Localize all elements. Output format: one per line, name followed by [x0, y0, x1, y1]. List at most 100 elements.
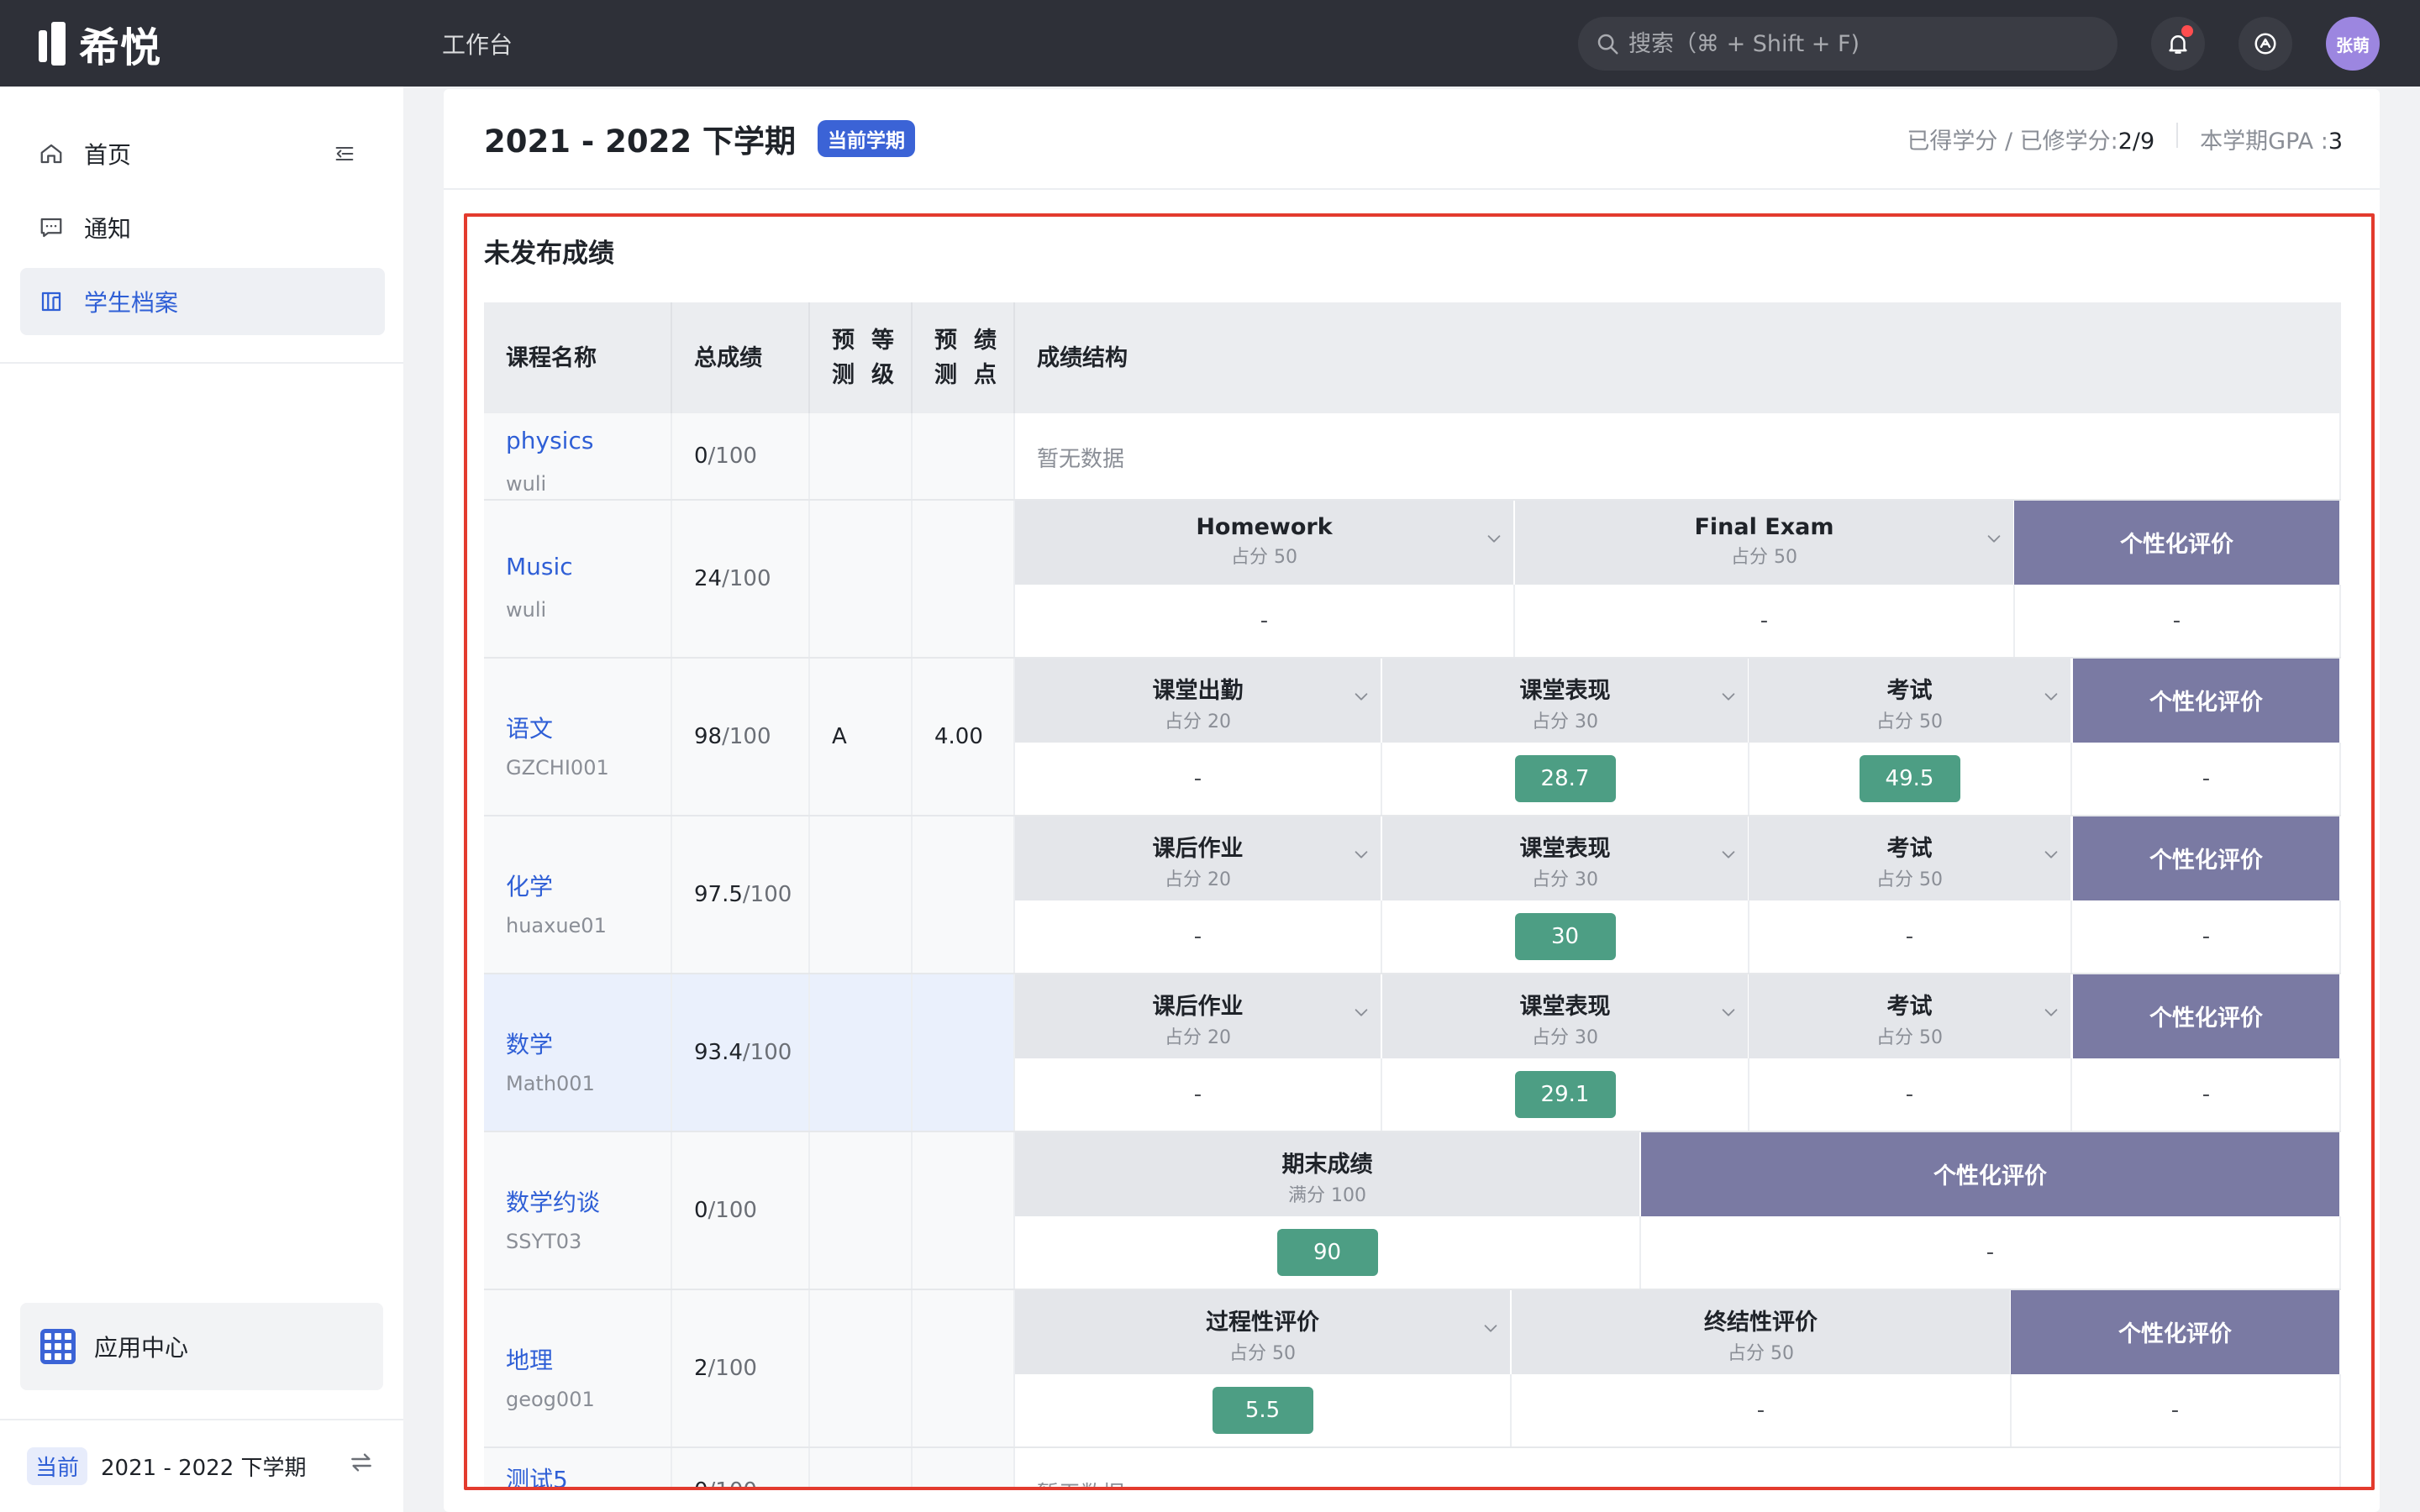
score-pill[interactable]: 90: [1276, 1229, 1378, 1276]
course-name-link[interactable]: 数学: [506, 1026, 553, 1060]
component-value-cell: -: [2073, 743, 2341, 815]
component-header[interactable]: 过程性评价占分 50: [1015, 1290, 1512, 1374]
component-header[interactable]: 课堂表现 占分 30: [1382, 659, 1749, 743]
component-header[interactable]: 课堂表现 占分 30: [1382, 974, 1749, 1058]
sidebar-item-home[interactable]: 首页: [20, 120, 385, 187]
collapse-sidebar-button[interactable]: [333, 142, 356, 169]
avatar[interactable]: 张萌: [2326, 17, 2380, 71]
component-weight: 占分 50: [1229, 1343, 1296, 1364]
component-value-cell: -: [1015, 585, 1515, 657]
course-code: SSYT03: [506, 1230, 582, 1253]
header-predicted-grade-line1: 预测: [832, 328, 855, 388]
course-name-link[interactable]: 化学: [506, 869, 553, 902]
sidebar-item-notice[interactable]: 通知: [20, 194, 385, 261]
search-icon: [1597, 34, 1618, 55]
component-header[interactable]: 课堂表现 占分 30: [1382, 816, 1749, 900]
total-max: /100: [708, 1356, 757, 1381]
component-value-cell: -: [2073, 900, 2341, 973]
course-name-link[interactable]: 测试5: [506, 1462, 568, 1487]
course-name-link[interactable]: 数学约谈: [506, 1184, 600, 1218]
component-header[interactable]: 考试 占分 50: [1749, 974, 2072, 1058]
component-header[interactable]: 考试 占分 50: [1749, 816, 2072, 900]
brand-name: 希悦: [79, 24, 162, 71]
score-pill[interactable]: 49.5: [1859, 755, 1960, 802]
chevron-down-icon[interactable]: [2042, 1003, 2060, 1021]
component-header[interactable]: Final Exam 占分 50: [1515, 501, 2015, 585]
chevron-down-icon[interactable]: [1352, 687, 1370, 706]
grade-structure-cell: 课堂出勤 占分 20 - 课堂表现 占分 30 28.7 考试 占分 50 49.5 个性化评价 -: [1015, 659, 2341, 815]
course-cell: 语文 GZCHI001: [484, 659, 672, 815]
total-max: /100: [708, 1478, 757, 1487]
header-predicted-gpa-line1: 预测: [934, 328, 957, 388]
grade-structure-cell: 过程性评价 占分 50 5.5 终结性评价 占分 50 - 个性化评价 -: [1015, 1290, 2341, 1446]
sidebar-item-label: 通知: [84, 215, 132, 243]
score-pill[interactable]: 28.7: [1514, 755, 1616, 802]
chevron-down-icon[interactable]: [2042, 687, 2060, 706]
total-score: 97.5: [694, 882, 743, 907]
chevron-down-icon[interactable]: [1352, 1003, 1370, 1021]
component-name: 个性化评价: [1933, 1163, 2047, 1189]
total-score-cell: 98/100: [672, 659, 810, 815]
score-pill[interactable]: 5.5: [1212, 1387, 1313, 1434]
total-score-cell: 0/100: [672, 1448, 810, 1487]
course-cell: 地理 geog001: [484, 1290, 672, 1446]
chevron-down-icon[interactable]: [1719, 687, 1738, 706]
course-cell: physics wuli: [484, 413, 672, 499]
course-name-link[interactable]: Music: [506, 553, 573, 580]
notification-button[interactable]: [2151, 17, 2205, 71]
sidebar-item-student-records[interactable]: 学生档案: [20, 268, 385, 335]
component-name: 课后作业: [1152, 836, 1244, 862]
top-bar: 希悦 工作台 张萌: [0, 0, 2420, 87]
chevron-down-icon[interactable]: [1352, 845, 1370, 864]
table-row: 地理 geog001 2/100 过程性评价 占分 50 5.5 终结性评价 占分 50 - 个性…: [484, 1290, 2341, 1448]
component-weight: 占分 50: [1231, 547, 1297, 568]
component-header[interactable]: 课堂出勤 占分 20: [1015, 659, 1382, 743]
total-score-cell: 2/100: [672, 1290, 810, 1446]
search-box[interactable]: [1578, 17, 2118, 71]
total-score: 0: [694, 1198, 708, 1223]
component-weight: 占分 30: [1532, 1027, 1598, 1048]
app-center-button[interactable]: 应用中心: [20, 1303, 383, 1390]
gpa-stat: 本学期GPA :3: [2200, 123, 2343, 155]
course-name-link[interactable]: 地理: [506, 1342, 553, 1376]
chevron-down-icon[interactable]: [1485, 529, 1503, 548]
chevron-down-icon[interactable]: [1481, 1319, 1500, 1337]
notification-dot: [2181, 25, 2193, 37]
score-pill[interactable]: 30: [1514, 913, 1616, 960]
component-weight: 占分 50: [1728, 1343, 1794, 1364]
grade-structure-cell: 暂无数据: [1015, 413, 2341, 499]
current-semester-badge: 当前学期: [817, 120, 915, 157]
component-header[interactable]: 终结性评价 占分 50: [1512, 1290, 2012, 1374]
logo[interactable]: 希悦: [39, 20, 161, 71]
help-button[interactable]: [2238, 17, 2292, 71]
switch-term-button[interactable]: [348, 1449, 375, 1483]
course-cell: 测试5: [484, 1448, 672, 1487]
component-header[interactable]: 课后作业 占分 20: [1015, 816, 1382, 900]
predicted-grade-cell: [810, 1290, 913, 1446]
score-pill[interactable]: 29.1: [1514, 1071, 1616, 1118]
component-header[interactable]: 期末成绩 满分 100: [1015, 1132, 1641, 1216]
component-name: 过程性评价: [1206, 1310, 1319, 1336]
component-weight: 占分 50: [1731, 547, 1797, 568]
component-header[interactable]: Homework 占分 50: [1015, 501, 1515, 585]
component-header[interactable]: 课后作业 占分 20: [1015, 974, 1382, 1058]
predicted-grade-cell: [810, 974, 913, 1131]
stats-divider: [2176, 123, 2179, 148]
course-code: wuli: [506, 472, 547, 496]
current-term: 当前 2021 - 2022 下学期: [27, 1447, 307, 1485]
chevron-down-icon[interactable]: [1985, 529, 2003, 548]
component-value: -: [1193, 766, 1202, 791]
chevron-down-icon[interactable]: [1719, 845, 1738, 864]
no-data-text: 暂无数据: [1037, 447, 1125, 472]
course-name-link[interactable]: physics: [506, 427, 593, 454]
chevron-down-icon[interactable]: [2042, 845, 2060, 864]
grade-structure-cell: 期末成绩 满分 100 90 个性化评价 -: [1015, 1132, 2341, 1289]
course-name-link[interactable]: 语文: [506, 711, 553, 744]
chevron-down-icon[interactable]: [1719, 1003, 1738, 1021]
search-input[interactable]: [1628, 30, 2099, 57]
credits-value: 2/9: [2118, 129, 2155, 155]
component-header[interactable]: 考试 占分 50: [1749, 659, 2072, 743]
nav-workbench[interactable]: 工作台: [442, 27, 513, 60]
predicted-gpa-cell: [913, 1132, 1015, 1289]
component-name: 课堂表现: [1519, 836, 1611, 862]
